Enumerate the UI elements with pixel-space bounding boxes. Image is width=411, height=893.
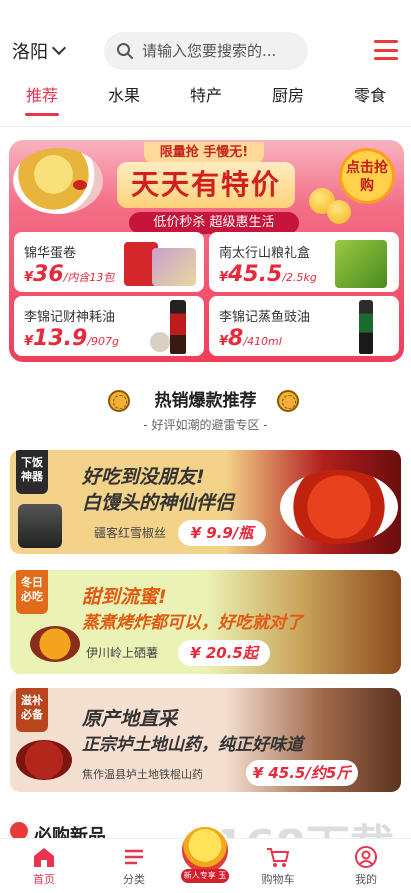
nav-home[interactable]: 首页 <box>14 845 74 887</box>
tab-fruit[interactable]: 水果 <box>108 82 140 106</box>
nav-label: 我的 <box>355 873 377 886</box>
product-image <box>152 248 196 286</box>
banner-subheadline: 正宗垆土地山药，纯正好味道 <box>82 735 303 755</box>
banner-price: ¥ 45.5/约5斤 <box>246 760 358 786</box>
nav-label: 购物车 <box>261 873 295 886</box>
promo-subtitle: 限量抢 手慢无! <box>144 142 264 164</box>
promo-banner-yam[interactable]: 滋补必备 原产地直采 正宗垆土地山药，纯正好味道 焦作温县垆土地铁棍山药 ¥ 4… <box>10 688 401 792</box>
dates-image <box>16 740 72 780</box>
nav-category[interactable]: 分类 <box>104 845 164 887</box>
tab-recommend[interactable]: 推荐 <box>26 82 58 106</box>
promo-title: 天天有特价 <box>117 162 295 208</box>
product-name: 李锦记财神耗油 <box>24 310 116 325</box>
nav-label: 分类 <box>123 873 145 886</box>
hot-section-subtitle: - 好评如潮的避雷专区 - <box>143 418 268 432</box>
product-image <box>359 300 373 354</box>
fruit-image <box>327 200 351 224</box>
app-page: 洛阳 推荐 水果 特产 厨房 零食 限量抢 手慢无! 天天有特价 低价秒杀 超级… <box>0 0 411 893</box>
sweet-potato-image <box>30 626 80 662</box>
nav-label: 首页 <box>33 873 55 886</box>
tabs-divider <box>0 126 411 127</box>
banner-headline: 好吃到没朋友! <box>82 466 205 488</box>
product-price: ¥8/410ml <box>219 326 282 351</box>
banner-price: ¥ 20.5起 <box>178 640 270 666</box>
rice-bowl-image <box>13 148 103 214</box>
product-card[interactable]: 锦华蛋卷 ¥36/内含13包 <box>14 232 204 292</box>
product-name: 李锦记蒸鱼豉油 <box>219 310 311 325</box>
banner-headline: 原产地直采 <box>82 708 178 730</box>
product-name: 南太行山粮礼盒 <box>219 246 311 261</box>
decoration <box>73 180 87 190</box>
bottom-navigation: 首页 分类 新人专享 玉米棒1元 购物车 我的 <box>0 825 411 893</box>
product-image <box>170 300 186 354</box>
category-tabs: 推荐 水果 特产 厨房 零食 <box>0 82 411 116</box>
product-image <box>150 332 170 352</box>
promo-icon[interactable] <box>180 825 230 875</box>
nav-promo-label: 新人专享 玉米棒1元 <box>181 869 229 893</box>
search-icon <box>117 43 133 59</box>
banner-headline: 甜到流蜜! <box>82 586 167 608</box>
banner-product-name: 伊川岭上硒薯 <box>86 646 159 660</box>
product-card[interactable]: 南太行山粮礼盒 ¥45.5/2.5kg <box>209 232 399 292</box>
banner-price: ¥ 9.9/瓶 <box>178 520 266 546</box>
product-price: ¥36/内含13包 <box>24 262 115 287</box>
banner-subheadline: 白馒头的神仙伴侣 <box>82 492 235 514</box>
menu-icon[interactable] <box>374 40 398 60</box>
product-image <box>18 504 62 548</box>
product-image <box>335 240 387 288</box>
product-name: 锦华蛋卷 <box>24 246 77 261</box>
product-card[interactable]: 李锦记财神耗油 ¥13.9/907g <box>14 296 204 356</box>
city-name: 洛阳 <box>12 42 48 63</box>
cart-icon <box>248 845 308 871</box>
city-selector[interactable]: 洛阳 <box>12 38 67 64</box>
product-card[interactable]: 李锦记蒸鱼豉油 ¥8/410ml <box>209 296 399 356</box>
promo-banner-sweet-potato[interactable]: 冬日必吃 甜到流蜜! 蒸煮烤炸都可以，好吃就对了 伊川岭上硒薯 ¥ 20.5起 <box>10 570 401 674</box>
chili-dish-image <box>280 470 398 544</box>
product-price: ¥45.5/2.5kg <box>219 262 317 287</box>
promo-banner-chili[interactable]: 下饭神器 好吃到没朋友! 白馒头的神仙伴侣 疆客红雪椒丝 ¥ 9.9/瓶 <box>10 450 401 554</box>
nav-profile[interactable]: 我的 <box>336 845 396 887</box>
orange-icon <box>277 390 299 412</box>
user-icon <box>336 845 396 871</box>
tab-kitchen[interactable]: 厨房 <box>272 82 304 106</box>
banner-badge: 下饭神器 <box>16 450 48 494</box>
product-price: ¥13.9/907g <box>24 326 120 351</box>
banner-subheadline: 蒸煮烤炸都可以，好吃就对了 <box>82 613 303 633</box>
chevron-down-icon <box>51 40 67 56</box>
category-icon <box>104 845 164 871</box>
banner-product-name: 焦作温县垆土地铁棍山药 <box>82 768 203 781</box>
banner-badge: 冬日必吃 <box>16 570 48 614</box>
daily-deals-banner[interactable]: 限量抢 手慢无! 天天有特价 低价秒杀 超级惠生活 点击抢购 锦华蛋卷 ¥36/… <box>9 140 404 362</box>
home-icon <box>14 845 74 871</box>
search-input[interactable] <box>142 42 302 60</box>
banner-badge: 滋补必备 <box>16 688 48 732</box>
promo-tagline: 低价秒杀 超级惠生活 <box>129 212 299 234</box>
tab-specialty[interactable]: 特产 <box>190 82 222 106</box>
banner-product-name: 疆客红雪椒丝 <box>94 526 167 540</box>
grab-now-button[interactable]: 点击抢购 <box>339 148 395 204</box>
hot-section-title: 热销爆款推荐 <box>154 391 257 411</box>
nav-cart[interactable]: 购物车 <box>248 845 308 887</box>
tab-snacks[interactable]: 零食 <box>354 82 386 106</box>
search-bar[interactable] <box>104 32 308 70</box>
